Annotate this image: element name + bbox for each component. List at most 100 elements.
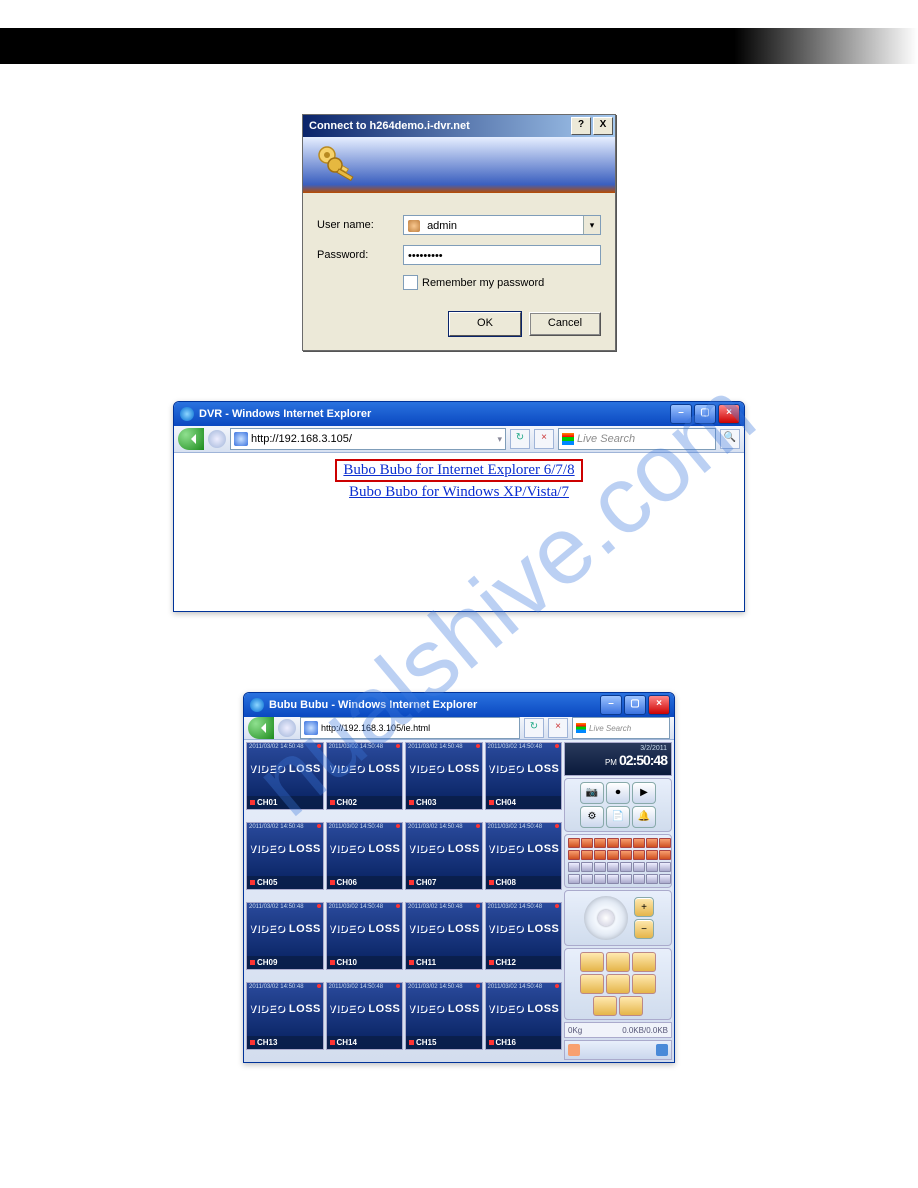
username-dropdown[interactable]: ▾ (583, 216, 600, 234)
refresh-button[interactable]: ↻ (510, 429, 530, 449)
channel-cell[interactable]: 2011/03/02 14:50:48VIDEO LOSSCH01 (246, 742, 324, 810)
layout-9[interactable] (632, 952, 656, 972)
cancel-button[interactable]: Cancel (529, 312, 601, 336)
close-button[interactable]: × (648, 695, 670, 715)
led[interactable] (581, 850, 593, 860)
channel-cell[interactable]: 2011/03/02 14:50:48VIDEO LOSSCH04 (485, 742, 563, 810)
url-text: http://192.168.3.105/ (251, 433, 352, 445)
led[interactable] (568, 862, 580, 872)
led[interactable] (594, 874, 606, 884)
address-bar[interactable]: http://192.168.3.105/ie.html (300, 717, 520, 739)
channel-cell[interactable]: 2011/03/02 14:50:48VIDEO LOSSCH14 (326, 982, 404, 1050)
maximize-button[interactable]: ▢ (694, 404, 716, 424)
playback-button[interactable]: ▶ (632, 782, 656, 804)
channel-cell[interactable]: 2011/03/02 14:50:48VIDEO LOSSCH03 (405, 742, 483, 810)
channel-cell[interactable]: 2011/03/02 14:50:48VIDEO LOSSCH02 (326, 742, 404, 810)
password-input[interactable]: ••••••••• (403, 245, 601, 265)
log-button[interactable]: 📄 (606, 806, 630, 828)
led[interactable] (568, 838, 580, 848)
channel-cell[interactable]: 2011/03/02 14:50:48VIDEO LOSSCH12 (485, 902, 563, 970)
led[interactable] (620, 862, 632, 872)
channel-cell[interactable]: 2011/03/02 14:50:48VIDEO LOSSCH05 (246, 822, 324, 890)
ptz-wheel[interactable] (584, 896, 628, 940)
led[interactable] (633, 850, 645, 860)
led[interactable] (659, 862, 671, 872)
led[interactable] (594, 850, 606, 860)
led[interactable] (646, 838, 658, 848)
led[interactable] (620, 838, 632, 848)
channel-cell[interactable]: 2011/03/02 14:50:48VIDEO LOSSCH07 (405, 822, 483, 890)
ie2-titlebar[interactable]: Bubu Bubu - Windows Internet Explorer – … (244, 693, 674, 717)
layout-13[interactable] (593, 996, 617, 1016)
record-button[interactable]: ⏺ (606, 782, 630, 804)
layout-full[interactable] (619, 996, 643, 1016)
layout-1[interactable] (580, 952, 604, 972)
led[interactable] (607, 838, 619, 848)
forward-button[interactable] (278, 719, 296, 737)
led[interactable] (620, 850, 632, 860)
link-xp-vista-7[interactable]: Bubo Bubo for Windows XP/Vista/7 (349, 484, 569, 501)
channel-cell[interactable]: 2011/03/02 14:50:48VIDEO LOSSCH16 (485, 982, 563, 1050)
back-button[interactable] (248, 717, 274, 739)
led[interactable] (646, 874, 658, 884)
close-button[interactable]: × (718, 404, 740, 424)
led[interactable] (581, 874, 593, 884)
led[interactable] (581, 838, 593, 848)
led[interactable] (659, 850, 671, 860)
led[interactable] (633, 874, 645, 884)
link-ie-678[interactable]: Bubo Bubo for Internet Explorer 6/7/8 (335, 459, 582, 482)
led[interactable] (568, 874, 580, 884)
channel-cell[interactable]: 2011/03/02 14:50:48VIDEO LOSSCH09 (246, 902, 324, 970)
ptz-zoom-out[interactable]: − (634, 919, 654, 939)
channel-cell[interactable]: 2011/03/02 14:50:48VIDEO LOSSCH11 (405, 902, 483, 970)
led[interactable] (607, 850, 619, 860)
led[interactable] (620, 874, 632, 884)
led[interactable] (607, 874, 619, 884)
search-box[interactable]: Live Search (572, 717, 670, 739)
led[interactable] (633, 862, 645, 872)
refresh-button[interactable]: ↻ (524, 718, 544, 738)
led[interactable] (646, 862, 658, 872)
remember-checkbox[interactable] (403, 275, 418, 290)
led[interactable] (581, 862, 593, 872)
led[interactable] (646, 850, 658, 860)
connect-dialog-titlebar[interactable]: Connect to h264demo.i-dvr.net ? X (303, 115, 615, 137)
ptz-zoom-in[interactable]: + (634, 897, 654, 917)
channel-cell[interactable]: 2011/03/02 14:50:48VIDEO LOSSCH08 (485, 822, 563, 890)
minimize-button[interactable]: – (600, 695, 622, 715)
username-input[interactable]: admin ▾ (403, 215, 601, 235)
layout-6[interactable] (606, 974, 630, 994)
ok-button[interactable]: OK (449, 312, 521, 336)
alarm-button[interactable]: 🔔 (632, 806, 656, 828)
address-bar[interactable]: http://192.168.3.105/ ▾ (230, 428, 506, 450)
layout-8[interactable] (632, 974, 656, 994)
user-menu-icon[interactable] (656, 1044, 668, 1056)
channel-cell[interactable]: 2011/03/02 14:50:48VIDEO LOSSCH15 (405, 982, 483, 1050)
led[interactable] (659, 838, 671, 848)
snapshot-button[interactable]: 📷 (580, 782, 604, 804)
layout-16[interactable] (580, 974, 604, 994)
channel-cell[interactable]: 2011/03/02 14:50:48VIDEO LOSSCH06 (326, 822, 404, 890)
led[interactable] (607, 862, 619, 872)
stop-button[interactable]: × (548, 718, 568, 738)
channel-cell[interactable]: 2011/03/02 14:50:48VIDEO LOSSCH13 (246, 982, 324, 1050)
settings-button[interactable]: ⚙ (580, 806, 604, 828)
search-go-button[interactable]: 🔍 (720, 429, 740, 449)
address-dropdown-icon[interactable]: ▾ (497, 434, 502, 445)
close-button[interactable]: X (593, 117, 613, 135)
layout-4[interactable] (606, 952, 630, 972)
channel-cell[interactable]: 2011/03/02 14:50:48VIDEO LOSSCH10 (326, 902, 404, 970)
led[interactable] (568, 850, 580, 860)
ie1-titlebar[interactable]: DVR - Windows Internet Explorer – ▢ × (174, 402, 744, 426)
led[interactable] (594, 862, 606, 872)
minimize-button[interactable]: – (670, 404, 692, 424)
led[interactable] (633, 838, 645, 848)
forward-button[interactable] (208, 430, 226, 448)
maximize-button[interactable]: ▢ (624, 695, 646, 715)
stop-button[interactable]: × (534, 429, 554, 449)
search-box[interactable]: Live Search (558, 428, 716, 450)
led[interactable] (594, 838, 606, 848)
back-button[interactable] (178, 428, 204, 450)
led[interactable] (659, 874, 671, 884)
help-button[interactable]: ? (571, 117, 591, 135)
